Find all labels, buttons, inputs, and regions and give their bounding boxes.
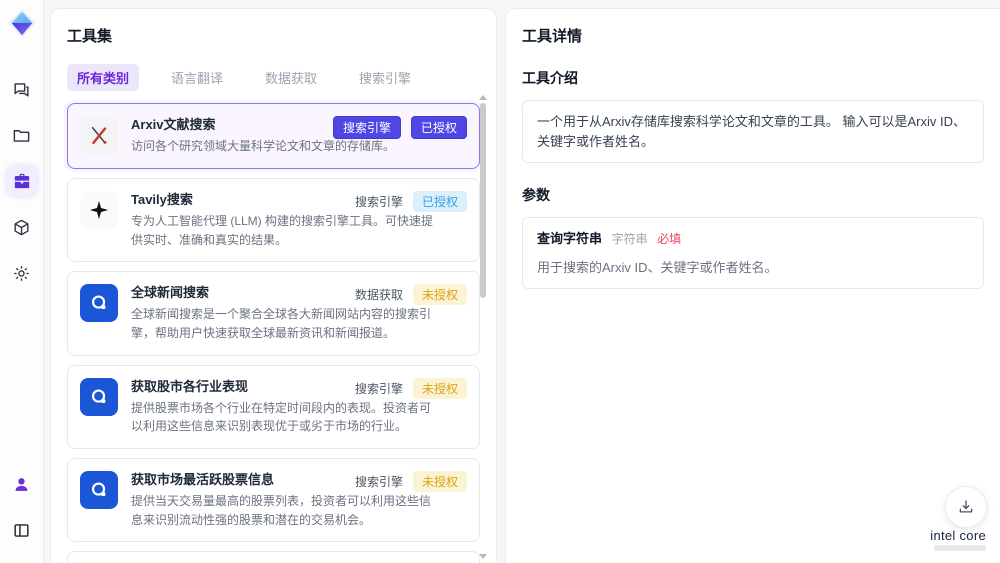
- auth-status-badge: 已授权: [412, 190, 467, 212]
- tool-description: 提供当天交易量最高的股票列表，投资者可以利用这些信息来识别流动性强的股票和潜在的…: [131, 494, 432, 527]
- param-name: 查询字符串: [537, 231, 603, 246]
- param-type: 字符串: [611, 232, 648, 246]
- settings-gear-icon[interactable]: [7, 258, 37, 288]
- intro-heading: 工具介绍: [522, 70, 578, 86]
- folder-icon[interactable]: [7, 120, 37, 150]
- auth-status-badge: 未授权: [412, 470, 467, 492]
- category-label: 搜索引擎: [354, 194, 403, 209]
- tool-card-sector-performance[interactable]: 获取股市各行业表现 提供股票市场各个行业在特定时间段内的表现。投资者可以利用这些…: [67, 364, 480, 449]
- tool-card-active-stocks[interactable]: 获取市场最活跃股票信息 提供当天交易量最高的股票列表，投资者可以利用这些信息来识…: [67, 457, 480, 543]
- category-tabs: 所有类别 语言翻译 数据获取 搜索引擎: [67, 64, 480, 91]
- intro-box: 一个用于从Arxiv存储库搜索科学论文和文章的工具。 输入可以是Arxiv ID…: [522, 100, 984, 163]
- tool-description: 访问各个研究领域大量科学论文和文章的存储库。: [131, 139, 396, 154]
- scrollbar-thumb[interactable]: [480, 103, 486, 298]
- auth-status-badge: 未授权: [412, 284, 467, 306]
- intro-text: 一个用于从Arxiv存储库搜索科学论文和文章的工具。 输入可以是Arxiv ID…: [537, 114, 967, 149]
- panel-toggle-icon[interactable]: [7, 515, 37, 545]
- auth-status-badge: 已授权: [410, 116, 467, 139]
- auth-status-badge: 未授权: [412, 377, 467, 399]
- param-description: 用于搜索的Arxiv ID、关键字或作者姓名。: [537, 259, 778, 275]
- param-required-badge: 必填: [657, 232, 682, 246]
- tab-language-translation[interactable]: 语言翻译: [161, 64, 233, 91]
- scroll-up-arrow[interactable]: [479, 95, 487, 100]
- tool-card-global-news[interactable]: 全球新闻搜索 全球新闻搜索是一个聚合全球各大新闻网站内容的搜索引擎，帮助用户快速…: [67, 271, 480, 356]
- toolbox-icon[interactable]: [6, 166, 37, 196]
- tool-description: 专为人工智能代理 (LLM) 构建的搜索引擎工具。可快速提供实时、准确和真实的结…: [131, 213, 434, 247]
- chat-icon[interactable]: [7, 74, 37, 104]
- category-label: 数据获取: [354, 288, 403, 303]
- app-logo: [7, 8, 37, 38]
- tavily-star-icon: [80, 190, 118, 229]
- arxiv-logo-icon: [80, 116, 118, 154]
- tool-list-panel: 工具集 所有类别 语言翻译 数据获取 搜索引擎 Arxiv文献搜索 访问各个研究…: [50, 8, 497, 563]
- package-icon[interactable]: [7, 212, 37, 242]
- tab-all-categories[interactable]: 所有类别: [67, 64, 140, 91]
- params-heading: 参数: [522, 187, 550, 203]
- tab-data-fetch[interactable]: 数据获取: [255, 64, 327, 91]
- category-badge: 搜索引擎: [332, 116, 401, 139]
- app-window: 工具集 所有类别 语言翻译 数据获取 搜索引擎 Arxiv文献搜索 访问各个研究…: [0, 0, 1000, 563]
- sidebar: [0, 0, 44, 563]
- tool-card-arxiv[interactable]: Arxiv文献搜索 访问各个研究领域大量科学论文和文章的存储库。 搜索引擎 已授…: [67, 103, 480, 169]
- news-search-icon: [80, 377, 118, 416]
- category-label: 搜索引擎: [354, 474, 403, 489]
- tool-card-tavily[interactable]: Tavily搜索 专为人工智能代理 (LLM) 构建的搜索引擎工具。可快速提供实…: [67, 177, 480, 263]
- tool-description: 提供股票市场各个行业在特定时间段内的表现。投资者可以利用这些信息来识别表现优于或…: [131, 400, 432, 434]
- intel-core-logo: intel core: [930, 528, 986, 551]
- tool-detail-panel: 工具详情 工具介绍 一个用于从Arxiv存储库搜索科学论文和文章的工具。 输入可…: [505, 8, 1000, 563]
- intel-core-text: intel core: [930, 528, 986, 543]
- param-box: 查询字符串 字符串 必填 用于搜索的Arxiv ID、关键字或作者姓名。: [522, 217, 984, 289]
- tool-list: Arxiv文献搜索 访问各个研究领域大量科学论文和文章的存储库。 搜索引擎 已授…: [67, 103, 480, 563]
- brand-watermark: [934, 545, 986, 551]
- news-search-icon: [80, 470, 118, 509]
- news-search-icon: [80, 284, 118, 323]
- category-label: 搜索引擎: [354, 381, 403, 396]
- tab-search-engine[interactable]: 搜索引擎: [349, 64, 421, 91]
- scroll-down-arrow[interactable]: [479, 554, 487, 559]
- detail-title: 工具详情: [522, 28, 583, 45]
- tool-card-regional-news[interactable]: 万维地区新闻查询 查询具体行政区划内的新闻，快速了解各地新闻动 搜索引擎 未授权: [67, 551, 480, 563]
- vertical-scrollbar[interactable]: [479, 95, 487, 559]
- download-button[interactable]: [945, 486, 987, 528]
- tool-description: 全球新闻搜索是一个聚合全球各大新闻网站内容的搜索引擎，帮助用户快速获取全球最新资…: [131, 307, 432, 340]
- page-title: 工具集: [67, 28, 113, 45]
- user-avatar-icon[interactable]: [7, 469, 37, 499]
